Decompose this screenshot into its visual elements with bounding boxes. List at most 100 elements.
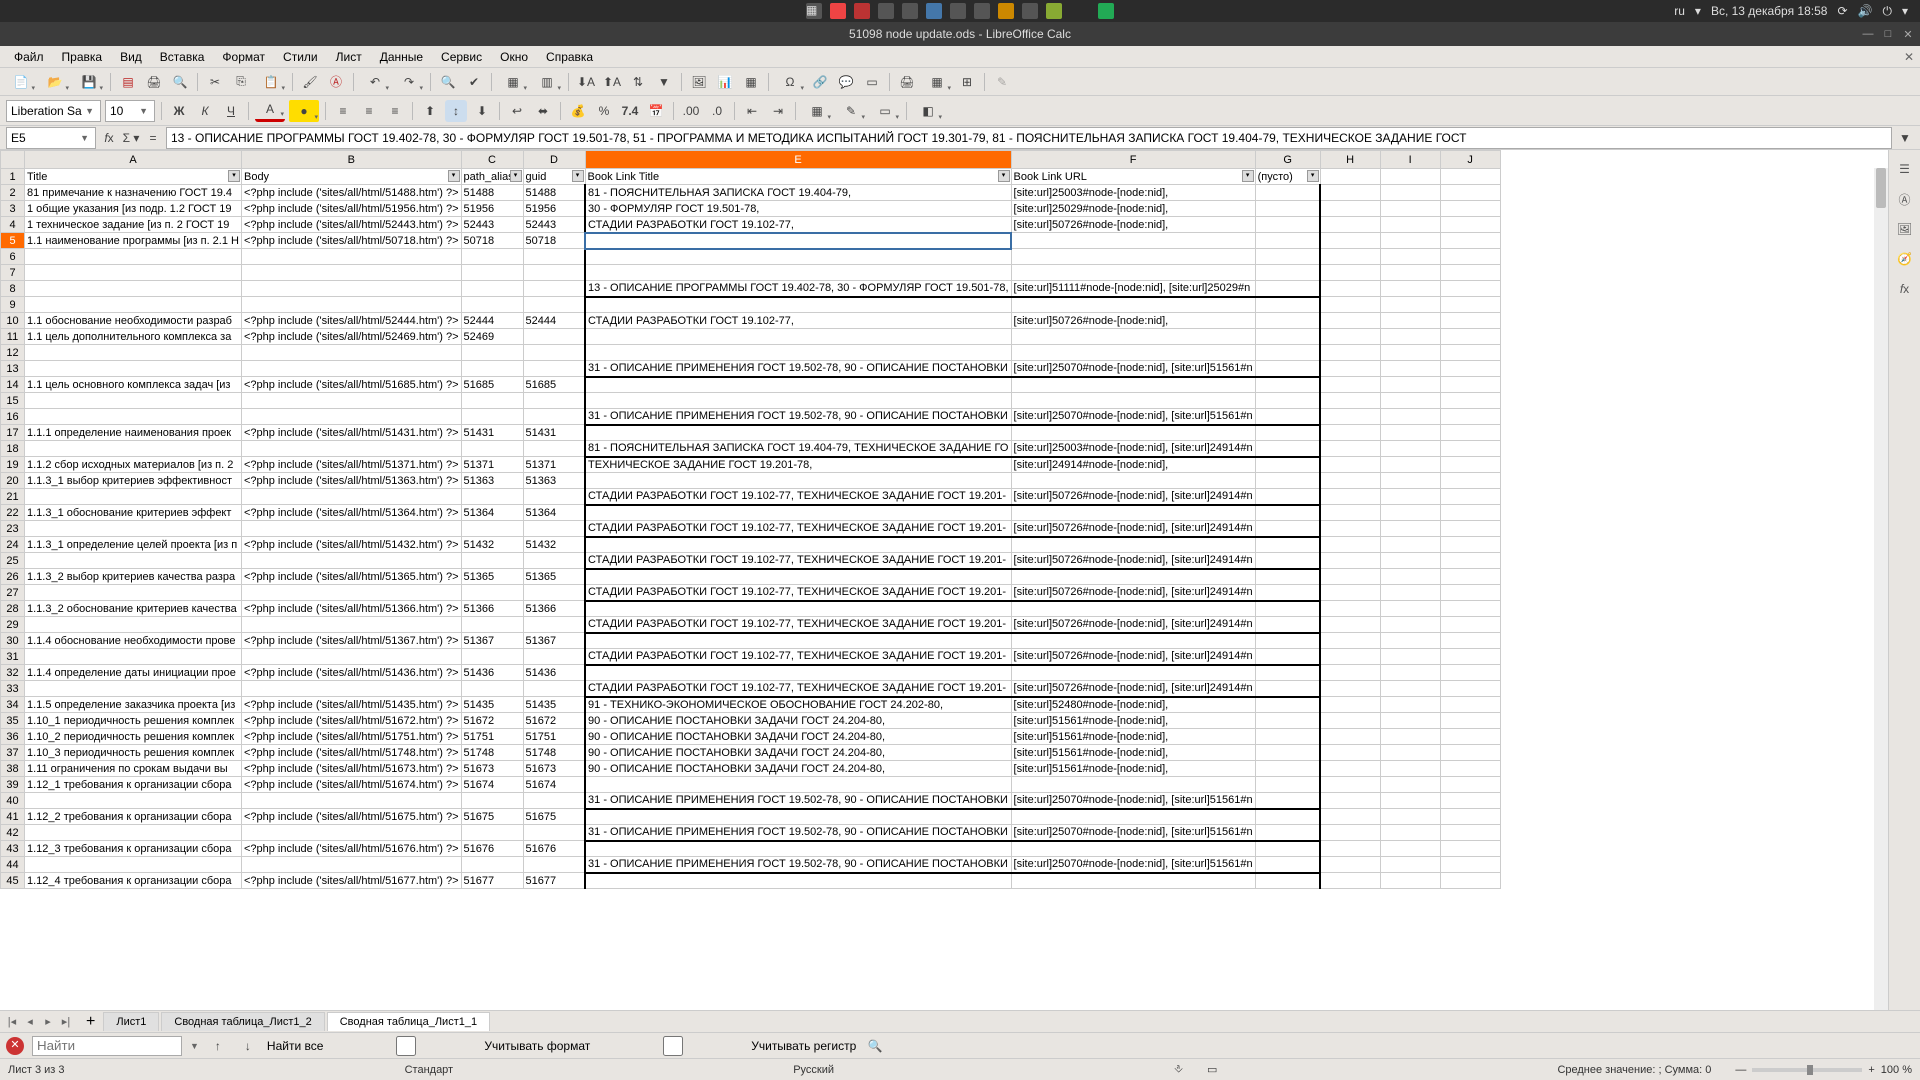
cell[interactable]: 90 - ОПИСАНИЕ ПОСТАНОВКИ ЗАДАЧИ ГОСТ 24.… — [585, 729, 1011, 745]
minimize-button[interactable]: — — [1862, 28, 1874, 40]
hyperlink-button[interactable]: 🔗 — [809, 71, 831, 93]
firefox-icon[interactable] — [830, 3, 846, 19]
cell[interactable] — [1255, 601, 1320, 617]
cell[interactable]: СТАДИИ РАЗРАБОТКИ ГОСТ 19.102-77, ТЕХНИЧ… — [585, 649, 1011, 665]
cell[interactable]: 51435 — [461, 697, 523, 713]
cell[interactable] — [1011, 265, 1255, 281]
cell[interactable] — [461, 361, 523, 377]
cell[interactable]: 51367 — [461, 633, 523, 649]
cell[interactable] — [1380, 233, 1440, 249]
cell[interactable] — [523, 585, 585, 601]
insert-mode[interactable]: ⎀ — [1174, 1063, 1183, 1076]
page-style[interactable]: Стандарт — [405, 1064, 454, 1076]
cell[interactable] — [585, 569, 1011, 585]
row-header[interactable]: 38 — [1, 761, 25, 777]
cell[interactable]: [site:url]25070#node-[node:nid], [site:u… — [1011, 409, 1255, 425]
cell[interactable] — [241, 825, 461, 841]
cell[interactable] — [461, 265, 523, 281]
cell[interactable]: 51676 — [461, 841, 523, 857]
cell[interactable] — [1440, 793, 1500, 809]
col-header[interactable]: E — [585, 151, 1011, 169]
cell[interactable]: СТАДИИ РАЗРАБОТКИ ГОСТ 19.102-77, ТЕХНИЧ… — [585, 681, 1011, 697]
cell[interactable] — [1255, 441, 1320, 457]
cell[interactable] — [1011, 873, 1255, 889]
cell[interactable] — [1011, 777, 1255, 793]
close-button[interactable]: ✕ — [1902, 28, 1914, 40]
cell[interactable]: 81 - ПОЯСНИТЕЛЬНАЯ ЗАПИСКА ГОСТ 19.404-7… — [585, 441, 1011, 457]
cell[interactable]: 1.1 цель дополнительного комплекса за — [25, 329, 242, 345]
row-header[interactable]: 36 — [1, 729, 25, 745]
cell[interactable] — [1320, 793, 1380, 809]
indent-inc-button[interactable]: ⇥ — [767, 100, 789, 122]
cell[interactable]: 51363 — [461, 473, 523, 489]
pdf-export-button[interactable]: ▤ — [117, 71, 139, 93]
cell[interactable]: Body▾ — [241, 169, 461, 185]
cell[interactable] — [241, 393, 461, 409]
cell[interactable]: <?php include ('sites/all/html/51674.htm… — [241, 777, 461, 793]
cell[interactable] — [461, 825, 523, 841]
cell[interactable] — [1380, 569, 1440, 585]
cell[interactable] — [461, 249, 523, 265]
cell[interactable]: 51675 — [523, 809, 585, 825]
cell[interactable] — [1380, 217, 1440, 233]
menu-Окно[interactable]: Окно — [492, 48, 536, 66]
row-header[interactable]: 30 — [1, 633, 25, 649]
cell[interactable] — [1380, 329, 1440, 345]
sort-desc-button[interactable]: ⬆A — [601, 71, 623, 93]
cell[interactable]: [site:url]51561#node-[node:nid], — [1011, 745, 1255, 761]
cell[interactable] — [585, 873, 1011, 889]
cell[interactable] — [1440, 697, 1500, 713]
cell[interactable] — [1255, 409, 1320, 425]
cell[interactable]: Book Link URL▾ — [1011, 169, 1255, 185]
cell[interactable]: 51956 — [461, 201, 523, 217]
cell[interactable] — [523, 297, 585, 313]
cell[interactable]: <?php include ('sites/all/html/51685.htm… — [241, 377, 461, 393]
row-header[interactable]: 45 — [1, 873, 25, 889]
cell[interactable]: 52443 — [461, 217, 523, 233]
spellcheck-button[interactable]: ✔ — [463, 71, 485, 93]
cell[interactable]: Title▾ — [25, 169, 242, 185]
cell[interactable] — [1380, 873, 1440, 889]
cell[interactable] — [585, 249, 1011, 265]
cell[interactable]: 1.10_3 периодичность решения комплек — [25, 745, 242, 761]
cell[interactable] — [1440, 761, 1500, 777]
cell[interactable]: 51371 — [523, 457, 585, 473]
cell[interactable]: [site:url]25003#node-[node:nid], — [1011, 185, 1255, 201]
cell[interactable]: 51677 — [523, 873, 585, 889]
cell[interactable] — [25, 361, 242, 377]
cell[interactable] — [1380, 505, 1440, 521]
doc-close-icon[interactable]: ✕ — [1904, 50, 1914, 64]
cell[interactable] — [1440, 409, 1500, 425]
cell[interactable]: 1 техническое задание [из п. 2 ГОСТ 19 — [25, 217, 242, 233]
cell[interactable]: 1.1 наименование программы [из п. 2.1 Н — [25, 233, 242, 249]
col-header[interactable]: D — [523, 151, 585, 169]
cell[interactable] — [1380, 681, 1440, 697]
border-style-button[interactable]: ✎ — [836, 100, 866, 122]
cell[interactable] — [241, 585, 461, 601]
row-header[interactable]: 14 — [1, 377, 25, 393]
cell[interactable] — [1440, 681, 1500, 697]
autofilter-button[interactable]: ▾ — [228, 170, 240, 182]
cell[interactable] — [461, 281, 523, 297]
cell[interactable] — [1320, 425, 1380, 441]
cell[interactable]: 81 - ПОЯСНИТЕЛЬНАЯ ЗАПИСКА ГОСТ 19.404-7… — [585, 185, 1011, 201]
cell[interactable] — [1255, 873, 1320, 889]
cell[interactable] — [1380, 617, 1440, 633]
cell[interactable] — [1011, 601, 1255, 617]
cell[interactable] — [523, 793, 585, 809]
cell[interactable] — [1320, 505, 1380, 521]
cell[interactable]: 51364 — [523, 505, 585, 521]
cell[interactable] — [1320, 233, 1380, 249]
properties-icon[interactable]: ☰ — [1894, 158, 1916, 180]
cell[interactable] — [1380, 361, 1440, 377]
cell[interactable] — [585, 393, 1011, 409]
cell[interactable] — [523, 857, 585, 873]
cell[interactable] — [1320, 281, 1380, 297]
cell[interactable]: 31 - ОПИСАНИЕ ПРИМЕНЕНИЯ ГОСТ 19.502-78,… — [585, 857, 1011, 873]
sheet-tab[interactable]: Сводная таблица_Лист1_1 — [327, 1012, 490, 1031]
cell[interactable] — [1380, 521, 1440, 537]
cell[interactable] — [1011, 841, 1255, 857]
cell[interactable] — [1320, 409, 1380, 425]
add-decimal-button[interactable]: .00 — [680, 100, 702, 122]
cell[interactable] — [1320, 825, 1380, 841]
